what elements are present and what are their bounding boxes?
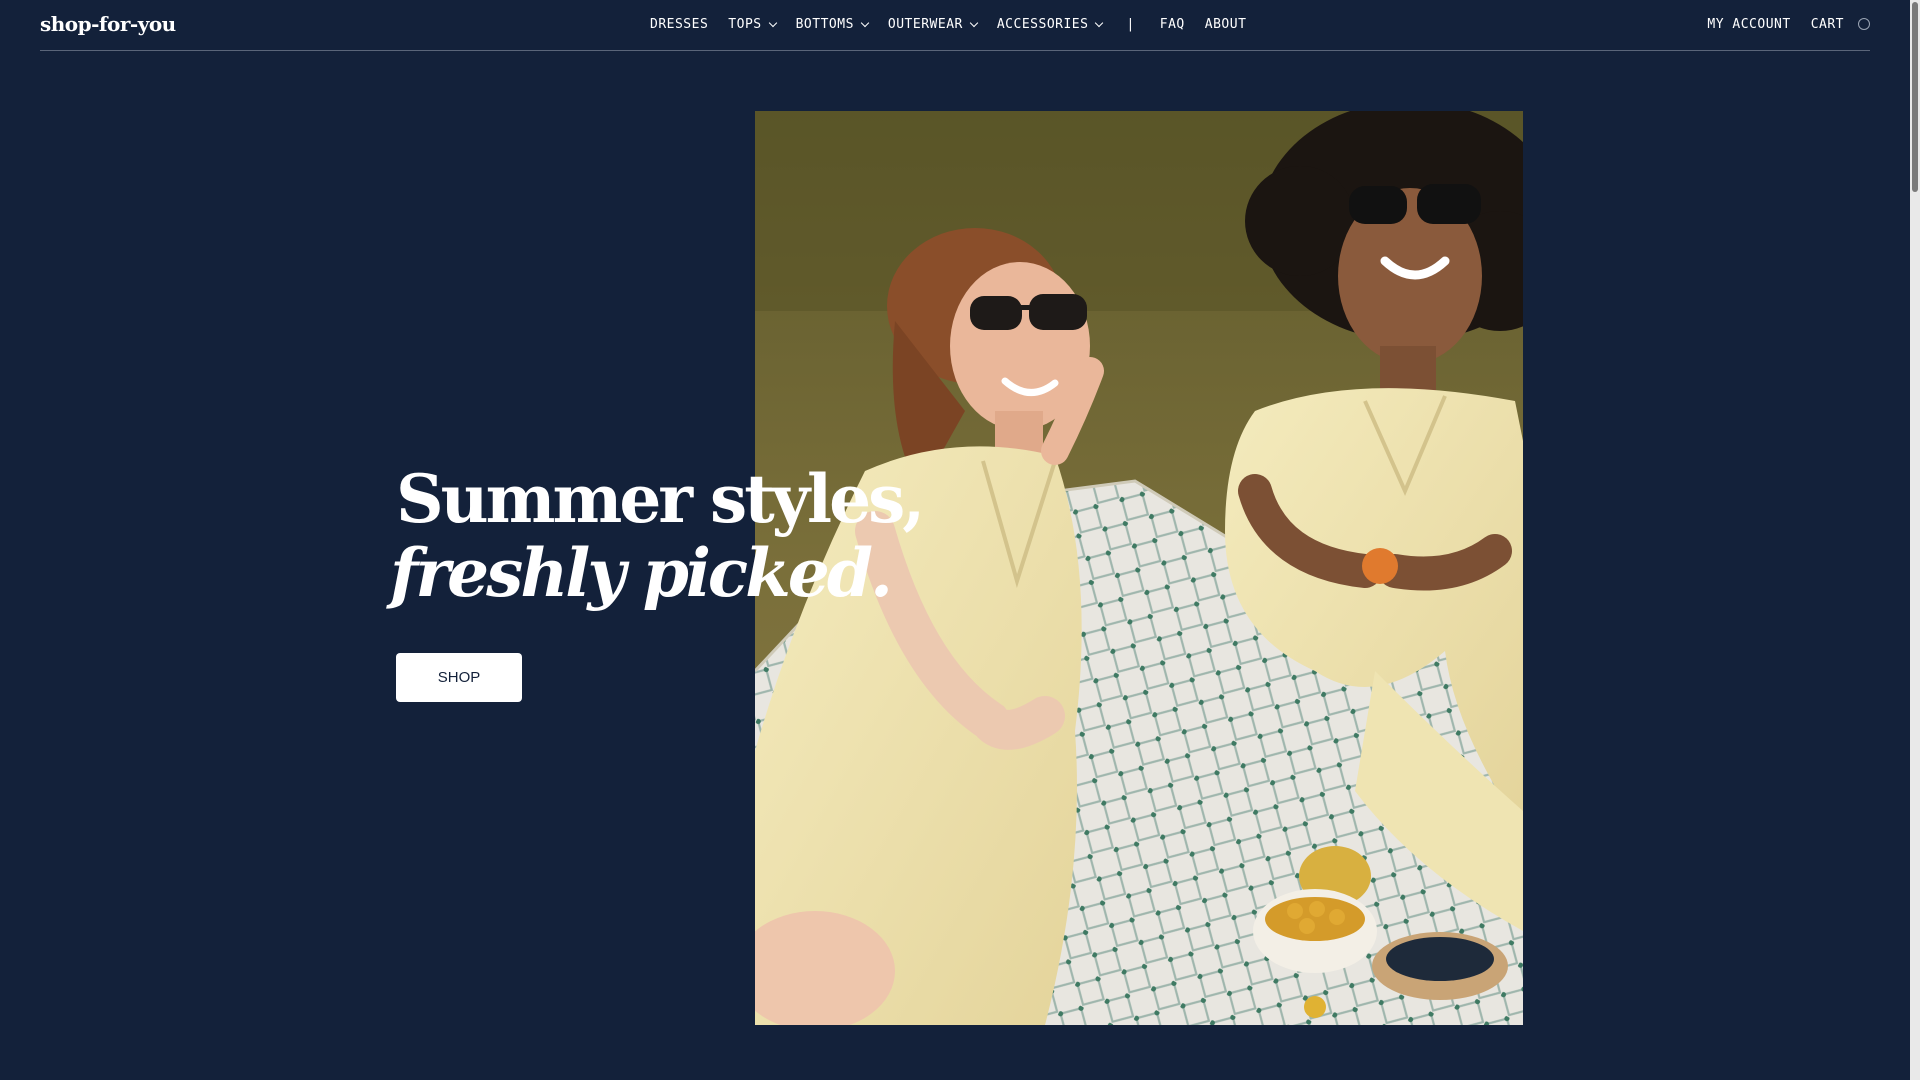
main-nav: DRESSES TOPS BOTTOMS OUTERWEAR ACCESSORI… xyxy=(650,17,1266,32)
chevron-down-icon xyxy=(768,18,777,27)
scrollbar-thumb[interactable] xyxy=(1912,2,1918,192)
cart-link[interactable]: CART xyxy=(1811,17,1844,32)
nav-item-bottoms[interactable]: BOTTOMS xyxy=(795,17,870,32)
nav-item-faq[interactable]: FAQ xyxy=(1160,17,1185,32)
page-scrollbar[interactable] xyxy=(1910,0,1920,1080)
nav-item-label: ACCESSORIES xyxy=(996,17,1089,32)
chevron-down-icon xyxy=(1095,18,1104,27)
hero-headline: Summer styles, freshly picked. xyxy=(390,460,925,610)
nav-item-tops[interactable]: TOPS xyxy=(728,17,777,32)
site-header: shop-for-you DRESSES TOPS BOTTOMS OUTERW… xyxy=(40,0,1870,51)
nav-item-accessories[interactable]: ACCESSORIES xyxy=(996,17,1104,32)
nav-item-dresses[interactable]: DRESSES xyxy=(650,17,708,32)
hero-headline-line1: Summer styles, xyxy=(396,460,925,538)
nav-item-label: FAQ xyxy=(1159,17,1185,32)
shop-button[interactable]: SHOP xyxy=(396,653,522,702)
site-logo[interactable]: shop-for-you xyxy=(40,12,176,36)
chevron-down-icon xyxy=(860,18,870,27)
nav-item-label: DRESSES xyxy=(650,17,709,32)
nav-item-label: TOPS xyxy=(728,17,762,32)
account-nav: MY ACCOUNT CART xyxy=(1687,17,1870,32)
cart-circle-icon[interactable] xyxy=(1858,17,1870,30)
chevron-down-icon xyxy=(969,18,979,27)
nav-item-label: BOTTOMS xyxy=(795,17,854,32)
nav-item-label: OUTERWEAR xyxy=(887,17,963,32)
nav-item-outerwear[interactable]: OUTERWEAR xyxy=(887,17,979,32)
nav-item-label: ABOUT xyxy=(1204,17,1247,32)
nav-separator: | xyxy=(1126,17,1135,32)
my-account-link[interactable]: MY ACCOUNT xyxy=(1707,17,1790,32)
hero-headline-line2: freshly picked. xyxy=(390,534,893,612)
nav-item-about[interactable]: ABOUT xyxy=(1205,17,1247,32)
